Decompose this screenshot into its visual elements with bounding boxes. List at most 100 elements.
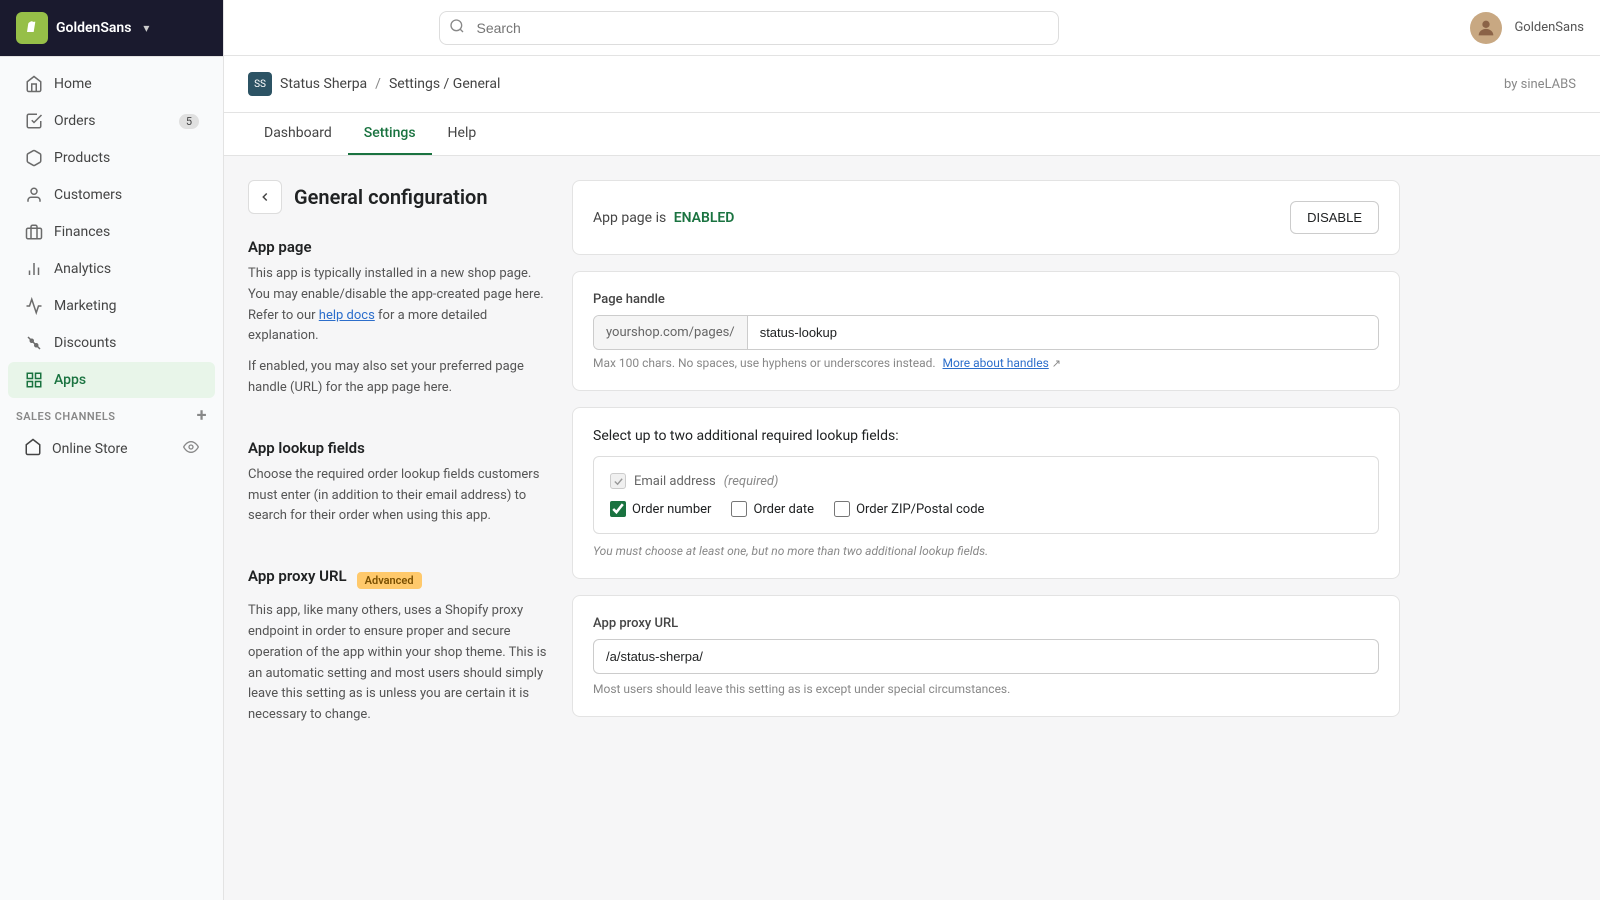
- sidebar-item-home[interactable]: Home: [8, 66, 215, 102]
- orders-badge: 5: [179, 114, 199, 129]
- proxy-hint: Most users should leave this setting as …: [593, 682, 1379, 696]
- sidebar-item-customers[interactable]: Customers: [8, 177, 215, 213]
- discounts-icon: [24, 333, 44, 353]
- app-icon: SS: [248, 72, 272, 96]
- sidebar-item-finances-label: Finances: [54, 224, 110, 240]
- sidebar-item-apps-label: Apps: [54, 372, 86, 388]
- tab-dashboard[interactable]: Dashboard: [248, 113, 348, 155]
- breadcrumb-app-name: Status Sherpa: [280, 76, 367, 92]
- online-store-label: Online Store: [52, 441, 128, 457]
- sidebar-item-customers-label: Customers: [54, 187, 122, 203]
- help-docs-link[interactable]: help docs: [319, 308, 375, 323]
- sidebar-item-home-label: Home: [54, 76, 92, 92]
- breadcrumb-bar: SS Status Sherpa / Settings / General by…: [224, 56, 1600, 113]
- sidebar-item-products-label: Products: [54, 150, 110, 166]
- page-body: General configuration App page This app …: [224, 156, 1424, 790]
- lookup-section-desc: App lookup fields Choose the required or…: [248, 439, 548, 527]
- checkboxes-row: Order number Order date Order ZIP/Postal…: [610, 501, 1362, 517]
- proxy-title-row: App proxy URL Advanced: [248, 567, 548, 593]
- app-page-status-card: App page is ENABLED DISABLE: [572, 180, 1400, 255]
- order-number-checkbox-item[interactable]: Order number: [610, 501, 711, 517]
- search-bar: [439, 11, 1059, 45]
- back-button[interactable]: [248, 180, 282, 214]
- order-zip-checkbox[interactable]: [834, 501, 850, 517]
- lookup-inner: Email address (required) Order number: [593, 456, 1379, 534]
- store-name: GoldenSans: [56, 20, 131, 36]
- search-input[interactable]: [439, 11, 1059, 45]
- url-prefix: yourshop.com/pages/: [594, 316, 748, 349]
- breadcrumb: SS Status Sherpa / Settings / General: [248, 72, 500, 96]
- avatar: [1470, 12, 1502, 44]
- order-date-checkbox-item[interactable]: Order date: [731, 501, 814, 517]
- page-content: SS Status Sherpa / Settings / General by…: [224, 56, 1600, 790]
- sidebar-item-online-store[interactable]: Online Store: [8, 430, 215, 468]
- finances-icon: [24, 222, 44, 242]
- breadcrumb-separator: /: [375, 76, 381, 92]
- lookup-description: Choose the required order lookup fields …: [248, 465, 548, 527]
- page-handle-label: Page handle: [593, 292, 1379, 307]
- search-icon: [449, 18, 465, 38]
- page-title-row: General configuration: [248, 180, 548, 214]
- topbar-right: GoldenSans: [1470, 12, 1584, 44]
- url-input-group: yourshop.com/pages/: [593, 315, 1379, 350]
- disable-button[interactable]: DISABLE: [1290, 201, 1379, 234]
- status-text: App page is ENABLED: [593, 210, 734, 226]
- proxy-description: This app, like many others, uses a Shopi…: [248, 601, 548, 726]
- sidebar-item-finances[interactable]: Finances: [8, 214, 215, 250]
- proxy-section-desc: App proxy URL Advanced This app, like ma…: [248, 567, 548, 726]
- sidebar-item-apps[interactable]: Apps: [8, 362, 215, 398]
- sidebar-item-products[interactable]: Products: [8, 140, 215, 176]
- store-chevron-icon[interactable]: ▾: [143, 21, 149, 35]
- breadcrumb-path: Settings / General: [389, 76, 500, 92]
- left-column: General configuration App page This app …: [248, 180, 548, 766]
- more-handles-link[interactable]: More about handles: [943, 356, 1049, 370]
- email-label: Email address: [634, 474, 716, 489]
- lookup-hint: You must choose at least one, but no mor…: [593, 544, 1379, 558]
- app-page-title: App page: [248, 238, 548, 256]
- email-required: (required): [724, 474, 779, 489]
- proxy-url-label: App proxy URL: [593, 616, 1379, 631]
- products-icon: [24, 148, 44, 168]
- sidebar-item-discounts[interactable]: Discounts: [8, 325, 215, 361]
- proxy-url-card: App proxy URL Most users should leave th…: [572, 595, 1400, 717]
- sidebar-item-analytics[interactable]: Analytics: [8, 251, 215, 287]
- apps-icon: [24, 370, 44, 390]
- page-handle-card: Page handle yourshop.com/pages/ Max 100 …: [572, 271, 1400, 391]
- sidebar-item-marketing[interactable]: Marketing: [8, 288, 215, 324]
- order-zip-label: Order ZIP/Postal code: [856, 502, 984, 517]
- app-page-description: This app is typically installed in a new…: [248, 264, 548, 347]
- tab-help[interactable]: Help: [432, 113, 493, 155]
- order-zip-checkbox-item[interactable]: Order ZIP/Postal code: [834, 501, 984, 517]
- sidebar: GoldenSans ▾ Home Orders 5: [0, 0, 224, 900]
- topbar-store-user: GoldenSans: [1514, 20, 1584, 35]
- add-sales-channel-button[interactable]: +: [197, 407, 207, 425]
- url-input[interactable]: [748, 316, 1378, 349]
- proxy-url-input[interactable]: [593, 639, 1379, 674]
- sales-channels-label: SALES CHANNELS +: [0, 399, 223, 429]
- status-row: App page is ENABLED DISABLE: [593, 201, 1379, 234]
- order-date-checkbox[interactable]: [731, 501, 747, 517]
- lookup-email-row: Email address (required): [610, 473, 1362, 489]
- topbar: GoldenSans: [224, 0, 1600, 56]
- main-area: GoldenSans SS Status Sherpa / Settings /…: [224, 0, 1600, 900]
- tabs-bar: Dashboard Settings Help: [224, 113, 1600, 156]
- sidebar-item-discounts-label: Discounts: [54, 335, 116, 351]
- sidebar-item-orders[interactable]: Orders 5: [8, 103, 215, 139]
- eye-icon[interactable]: [183, 439, 199, 459]
- url-hint: Max 100 chars. No spaces, use hyphens or…: [593, 356, 1379, 370]
- order-number-label: Order number: [632, 502, 711, 517]
- sidebar-item-orders-label: Orders: [54, 113, 96, 129]
- by-label: by sineLABS: [1504, 77, 1576, 92]
- home-icon: [24, 74, 44, 94]
- shopify-logo: [16, 12, 48, 44]
- app-page-description2: If enabled, you may also set your prefer…: [248, 357, 548, 399]
- order-number-checkbox[interactable]: [610, 501, 626, 517]
- email-checkbox-disabled: [610, 473, 626, 489]
- page-title: General configuration: [294, 185, 488, 209]
- status-enabled-value: ENABLED: [674, 210, 735, 226]
- tab-settings[interactable]: Settings: [348, 113, 432, 155]
- order-date-label: Order date: [753, 502, 814, 517]
- advanced-badge: Advanced: [357, 572, 422, 589]
- sidebar-header: GoldenSans ▾: [0, 0, 223, 57]
- lookup-title: App lookup fields: [248, 439, 548, 457]
